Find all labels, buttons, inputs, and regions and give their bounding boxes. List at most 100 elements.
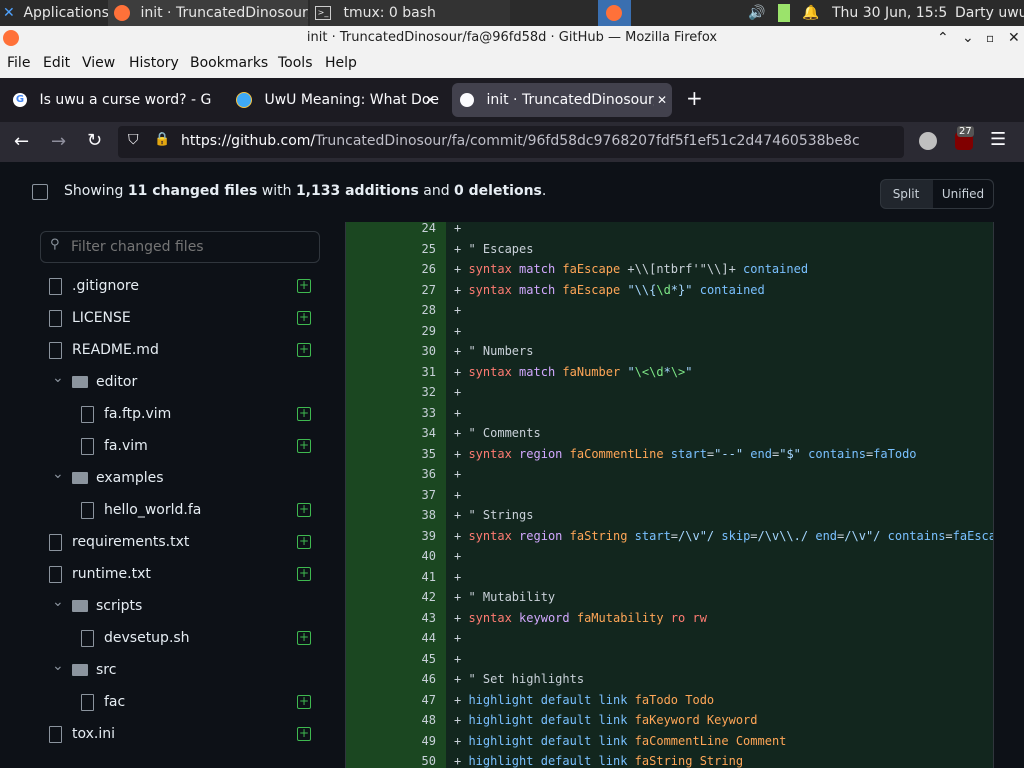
code-token: faEscape bbox=[562, 282, 621, 297]
line-number[interactable]: 25 bbox=[346, 238, 446, 259]
chevron-down-icon[interactable]: ⌄ bbox=[52, 460, 64, 488]
tree-item[interactable]: .gitignore + bbox=[0, 272, 345, 300]
chevron-down-icon[interactable]: ⌄ bbox=[52, 588, 64, 616]
menu-history[interactable]: History bbox=[129, 55, 179, 71]
hamburger-menu-icon[interactable]: ☰ bbox=[990, 129, 1006, 150]
applications-menu[interactable]: ✕ Applications bbox=[0, 0, 108, 26]
taskbar-window-firefox[interactable]: init · TruncatedDinosour/... bbox=[108, 0, 308, 26]
line-number[interactable]: 27 bbox=[346, 279, 446, 300]
tree-item[interactable]: ⌄ scripts bbox=[0, 592, 345, 620]
line-number[interactable]: 24 bbox=[346, 222, 446, 239]
menu-file[interactable]: File bbox=[7, 55, 30, 71]
close-icon[interactable]: ✕ bbox=[1008, 26, 1020, 50]
line-number[interactable]: 28 bbox=[346, 300, 446, 321]
line-number[interactable]: 31 bbox=[346, 361, 446, 382]
menu-view[interactable]: View bbox=[82, 55, 115, 71]
tree-item[interactable]: ⌄ examples bbox=[0, 464, 345, 492]
chevron-down-icon[interactable]: ⌄ bbox=[52, 364, 64, 392]
line-number[interactable]: 43 bbox=[346, 607, 446, 628]
tree-item[interactable]: README.md + bbox=[0, 336, 345, 364]
line-number[interactable]: 47 bbox=[346, 689, 446, 710]
tree-item[interactable]: devsetup.sh + bbox=[0, 624, 345, 652]
new-tab-icon[interactable]: + bbox=[686, 86, 703, 110]
line-number[interactable]: 38 bbox=[346, 505, 446, 526]
url-bar[interactable]: ⛉ 🔒 https://github.com/TruncatedDinosour… bbox=[118, 126, 904, 158]
diff-line: 35 + syntax region faCommentLine start="-… bbox=[346, 443, 993, 464]
code-token: + bbox=[454, 487, 462, 502]
tree-item-label: scripts bbox=[96, 598, 143, 614]
line-number[interactable]: 34 bbox=[346, 423, 446, 444]
close-tab-icon[interactable]: ✕ bbox=[425, 83, 435, 117]
line-number[interactable]: 37 bbox=[346, 484, 446, 505]
menu-edit[interactable]: Edit bbox=[43, 55, 70, 71]
code-token: + bbox=[454, 713, 469, 727]
workspace-firefox-button[interactable] bbox=[598, 0, 631, 26]
code-token: contained bbox=[743, 262, 809, 276]
code-token: + " Comments bbox=[454, 426, 541, 440]
line-number[interactable]: 33 bbox=[346, 402, 446, 423]
tab-uwu-curse[interactable]: G Is uwu a curse word? - G bbox=[5, 83, 220, 117]
volume-icon[interactable]: 🔊 bbox=[748, 0, 768, 26]
back-icon[interactable]: ← bbox=[14, 131, 29, 152]
maximize-icon[interactable]: ▫ bbox=[986, 26, 994, 50]
unified-button[interactable]: Unified bbox=[933, 180, 993, 208]
lock-icon[interactable]: 🔒 bbox=[154, 132, 170, 147]
diff-line: 33 + bbox=[346, 402, 993, 423]
taskbar-window-tmux[interactable]: >_ tmux: 0 bash bbox=[310, 0, 510, 26]
chevron-down-icon[interactable]: ⌄ bbox=[52, 652, 64, 680]
tab-uwu-meaning[interactable]: UwU Meaning: What Doe ✕ bbox=[228, 83, 443, 117]
diff-line: 41 + bbox=[346, 566, 993, 587]
code-line: + bbox=[446, 566, 993, 587]
tree-item[interactable]: runtime.txt + bbox=[0, 560, 345, 588]
line-number[interactable]: 32 bbox=[346, 382, 446, 403]
tree-item[interactable]: hello_world.fa + bbox=[0, 496, 345, 524]
line-number[interactable]: 48 bbox=[346, 710, 446, 731]
extension-icon[interactable] bbox=[919, 132, 937, 150]
tree-item[interactable]: tox.ini + bbox=[0, 720, 345, 748]
forward-icon[interactable]: → bbox=[51, 131, 66, 152]
tree-item[interactable]: ⌄ editor bbox=[0, 368, 345, 396]
filter-changed-files-input[interactable] bbox=[69, 236, 313, 258]
tree-item[interactable]: fa.ftp.vim + bbox=[0, 400, 345, 428]
line-number[interactable]: 36 bbox=[346, 464, 446, 485]
code-token: faNumber bbox=[562, 364, 621, 379]
tab-github-commit[interactable]: init · TruncatedDinosour/f ✕ bbox=[452, 83, 672, 117]
close-tab-icon[interactable]: ✕ bbox=[654, 83, 668, 117]
tree-item[interactable]: ⌄ src bbox=[0, 656, 345, 684]
clock[interactable]: Thu 30 Jun, 15:55 bbox=[832, 0, 947, 26]
minimize-icon[interactable]: ⌄ bbox=[962, 26, 974, 50]
line-number[interactable]: 49 bbox=[346, 730, 446, 751]
line-number[interactable]: 41 bbox=[346, 566, 446, 587]
line-number[interactable]: 35 bbox=[346, 443, 446, 464]
menu-help[interactable]: Help bbox=[325, 55, 357, 71]
line-number[interactable]: 46 bbox=[346, 669, 446, 690]
line-number[interactable]: 29 bbox=[346, 320, 446, 341]
menu-tools[interactable]: Tools bbox=[278, 55, 313, 71]
battery-icon[interactable] bbox=[778, 0, 792, 26]
notification-bell-icon[interactable]: 🔔 bbox=[802, 0, 818, 26]
line-number[interactable]: 45 bbox=[346, 648, 446, 669]
line-number[interactable]: 40 bbox=[346, 546, 446, 567]
menu-bookmarks[interactable]: Bookmarks bbox=[190, 55, 268, 71]
sidebar-toggle-icon[interactable] bbox=[32, 184, 48, 200]
diff-line: 25 + " Escapes bbox=[346, 238, 993, 259]
split-button[interactable]: Split bbox=[881, 180, 931, 208]
line-number[interactable]: 42 bbox=[346, 587, 446, 608]
code-token: contained bbox=[699, 282, 765, 297]
code-token: + bbox=[454, 610, 469, 625]
shield-icon[interactable]: ⛉ bbox=[128, 132, 139, 148]
chevron-up-icon[interactable]: ⌃ bbox=[937, 26, 949, 50]
tree-item[interactable]: fa.vim + bbox=[0, 432, 345, 460]
tree-item[interactable]: fac + bbox=[0, 688, 345, 716]
line-number[interactable]: 30 bbox=[346, 341, 446, 362]
reload-icon[interactable]: ↻ bbox=[87, 130, 102, 151]
line-number[interactable]: 44 bbox=[346, 628, 446, 649]
diff-summary-bar: Showing 11 changed files with 1,133 addi… bbox=[0, 162, 1024, 222]
line-number[interactable]: 39 bbox=[346, 525, 446, 546]
line-number[interactable]: 50 bbox=[346, 751, 446, 768]
tree-item[interactable]: requirements.txt + bbox=[0, 528, 345, 556]
line-number[interactable]: 26 bbox=[346, 259, 446, 280]
user-menu[interactable]: Darty uwu bbox=[955, 0, 1024, 26]
tree-item[interactable]: LICENSE + bbox=[0, 304, 345, 332]
